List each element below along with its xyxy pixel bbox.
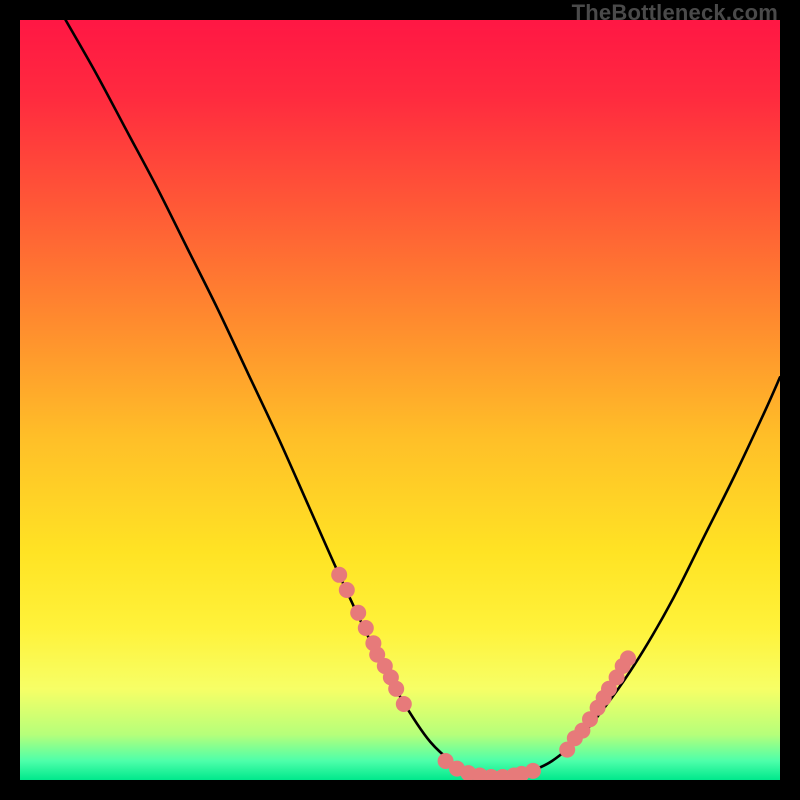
chart-container: TheBottleneck.com	[0, 0, 800, 800]
plot-area	[20, 20, 780, 780]
marker-dot	[396, 696, 412, 712]
marker-dot	[350, 605, 366, 621]
marker-dot	[525, 763, 541, 779]
marker-dot	[620, 650, 636, 666]
gradient-background	[20, 20, 780, 780]
marker-dot	[388, 681, 404, 697]
marker-dot	[331, 567, 347, 583]
marker-dot	[358, 620, 374, 636]
marker-dot	[339, 582, 355, 598]
chart-svg	[20, 20, 780, 780]
